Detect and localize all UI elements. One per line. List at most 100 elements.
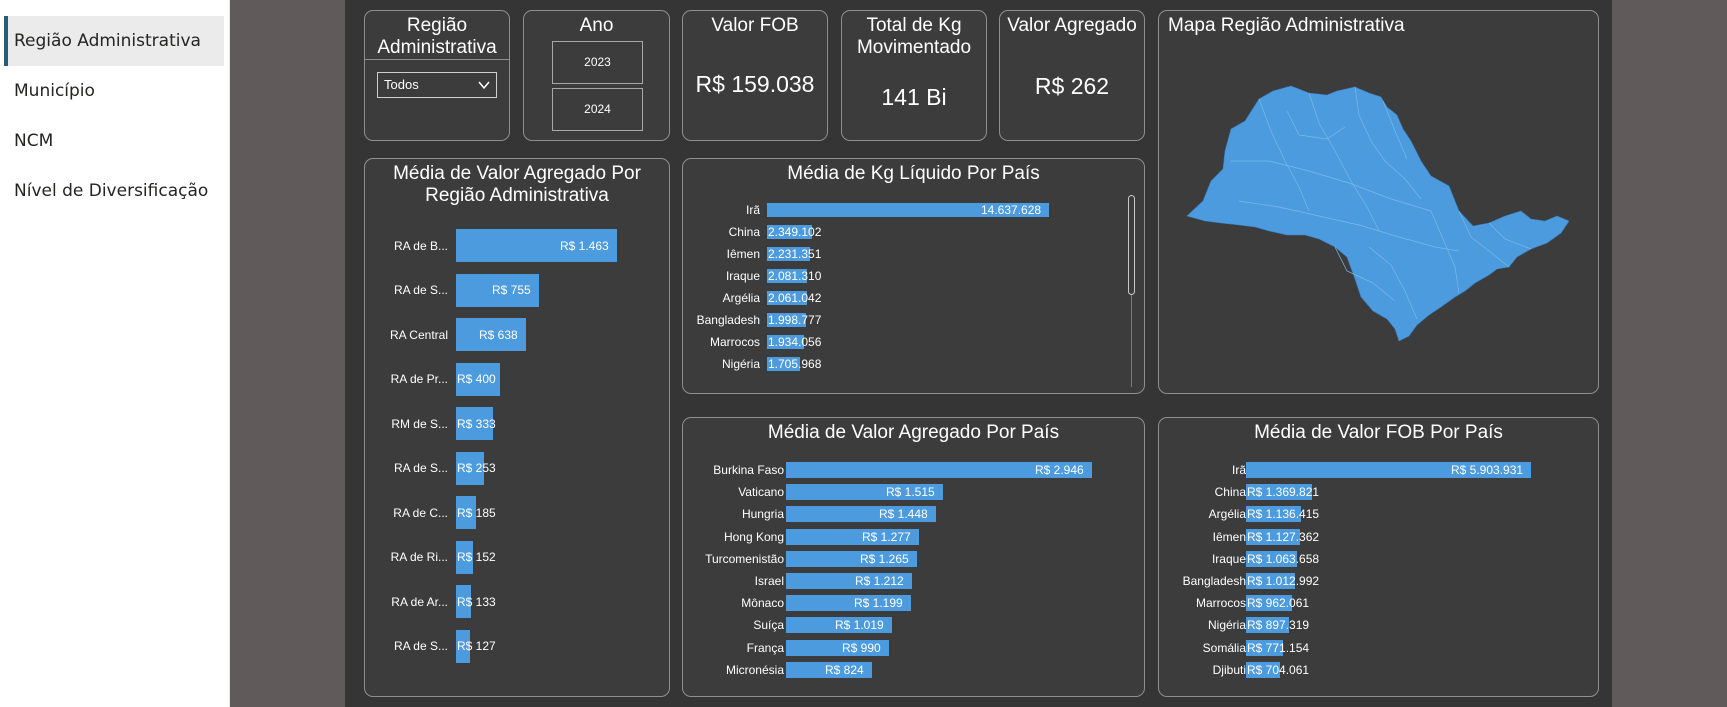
nav-item-ncm[interactable]: NCM <box>4 116 224 166</box>
bar-value-label: 1.705.968 <box>768 357 822 371</box>
chart-title: Média de Kg Líquido Por País <box>787 163 1040 184</box>
nav-item-nivel-diversificacao[interactable]: Nível de Diversificação <box>4 166 224 216</box>
bar-category-label: Djibuti <box>1212 662 1246 677</box>
bar-value-label: 1.998.777 <box>768 313 822 327</box>
bar-value-label: 2.231.351 <box>768 247 822 261</box>
ano-slicer: Ano 2023 2024 <box>523 10 670 141</box>
bar-category-label: RA de Pr... <box>390 372 448 386</box>
bar-value-label: R$ 897.319 <box>1247 618 1310 633</box>
bar-category-label: Bangladesh <box>1182 574 1246 588</box>
scrollbar-track[interactable] <box>1131 295 1132 387</box>
bar-category-label: Somália <box>1202 640 1246 655</box>
chart-valor-agregado-regiao: Média de Valor Agregado Por Região Admin… <box>364 158 670 697</box>
bar-category-label: Iraque <box>725 269 760 283</box>
sao-paulo-state-map[interactable] <box>1159 11 1600 395</box>
chart-title: Média de Valor Agregado Por Região Admin… <box>393 163 641 206</box>
bar-category-label: Vaticano <box>738 485 784 500</box>
bar-category-label: Marrocos <box>709 335 760 349</box>
kpi-value: R$ 159.038 <box>695 71 815 97</box>
bar-category-label: RM de S... <box>391 416 448 431</box>
bar-category-label: Burkina Faso <box>713 463 784 477</box>
bar-category-label: Micronésia <box>725 662 784 677</box>
bar-value-label: R$ 1.448 <box>879 507 928 522</box>
bar-category-label: RA de S... <box>393 639 448 653</box>
map-region-shape <box>1186 85 1570 342</box>
report-background-left <box>230 0 345 707</box>
regiao-slicer: Região Administrativa Todos <box>364 10 510 141</box>
bar-category-label: Irã <box>745 203 760 217</box>
bar-category-label: RA de Ar... <box>391 594 448 609</box>
bar-category-label: Iraque <box>1211 551 1246 566</box>
chart-title: Média de Valor FOB Por País <box>1254 422 1503 443</box>
bar-value-label: R$ 127 <box>457 639 496 653</box>
bar-value-label: R$ 1.463 <box>560 238 609 253</box>
scrollbar-thumb[interactable] <box>1128 195 1135 295</box>
regiao-slicer-title: Região Administrativa <box>377 15 497 58</box>
bar-value-label: 14.637.628 <box>981 203 1042 217</box>
bar-value-label: R$ 333 <box>457 416 496 431</box>
kpi-title: Valor FOB <box>711 15 799 36</box>
bar-value-label: R$ 755 <box>492 283 531 297</box>
bar-value-label: R$ 704.061 <box>1247 662 1310 677</box>
bar-category-label: Nigéria <box>721 357 760 371</box>
bar-value-label: R$ 1.199 <box>854 596 903 611</box>
chevron-down-icon <box>478 81 490 90</box>
bar-value-label: R$ 1.277 <box>862 529 911 544</box>
bar-category-label: Suíça <box>753 618 784 633</box>
bar-category-label: RA de S... <box>393 283 448 297</box>
map-visual: Mapa Região Administrativa <box>1158 10 1599 394</box>
chart-valor-agregado-pais: Média de Valor Agregado Por País Burkina… <box>682 417 1145 697</box>
bar-value-label: 1.934.056 <box>768 335 822 349</box>
bar-value-label: R$ 1.127.362 <box>1247 529 1320 544</box>
bar-value-label: R$ 1.136.415 <box>1247 507 1320 522</box>
bar-category-label: Nigéria <box>1207 618 1246 633</box>
bar-category-label: Mônaco <box>741 596 784 611</box>
bar-value-label: R$ 400 <box>457 372 496 386</box>
ano-slicer-title: Ano <box>579 15 614 36</box>
bar-value-label: R$ 1.265 <box>860 551 909 566</box>
chart-title: Média de Valor Agregado Por País <box>767 422 1060 443</box>
chart-valor-fob-pais: Média de Valor FOB Por País Irã R$ 5.903.… <box>1158 417 1599 697</box>
bar-category-label: Iêmen <box>1212 529 1246 544</box>
regiao-dropdown[interactable]: Todos <box>377 72 497 98</box>
bar-category-label: Iêmen <box>726 247 760 261</box>
report-background-right <box>1612 0 1727 707</box>
bar-category-label: RA de B... <box>393 238 448 253</box>
bar-value-label: R$ 1.369.821 <box>1247 485 1320 500</box>
report-canvas: Região Administrativa Todos Ano 2023 202… <box>345 0 1612 707</box>
kpi-card-total-kg: Total de Kg Movimentado 141 Bi <box>841 10 987 141</box>
bar-value-label: R$ 990 <box>842 640 881 655</box>
chart-kg-liquido-pais: Média de Kg Líquido Por País Irã 14.637.6… <box>682 158 1145 394</box>
bar-category-label: França <box>746 640 784 655</box>
bar-value-label: R$ 1.012.992 <box>1247 574 1320 588</box>
nav-item-municipio[interactable]: Município <box>4 66 224 116</box>
bar-value-label: 2.349.102 <box>768 225 822 239</box>
bar-category-label: RA de C... <box>393 505 448 520</box>
bar-value-label: 2.061.042 <box>768 291 822 305</box>
kpi-card-valor-agregado: Valor Agregado R$ 262 <box>999 10 1145 141</box>
bar-category-label: Turcomenistão <box>705 551 784 566</box>
bar-category-label: Hong Kong <box>723 529 784 544</box>
bar-category-label: RA Central <box>389 327 448 342</box>
nav-item-regiao-administrativa[interactable]: Região Administrativa <box>4 16 224 66</box>
bar-category-label: China <box>1214 485 1246 500</box>
bar-value-label: R$ 152 <box>457 550 496 564</box>
ano-tile-2023[interactable]: 2023 <box>552 41 643 84</box>
page-navigation-pane: Região Administrativa Município NCM Níve… <box>0 0 230 707</box>
kpi-value: R$ 262 <box>1034 73 1110 99</box>
bar-value-label: R$ 638 <box>479 327 518 342</box>
kpi-card-valor-fob: Valor FOB R$ 159.038 <box>682 10 828 141</box>
bar-category-label: Argélia <box>722 291 760 305</box>
bar-category-label: Marrocos <box>1195 596 1246 611</box>
kpi-title: Valor Agregado <box>1007 15 1137 36</box>
bar-value-label: R$ 1.212 <box>855 574 904 588</box>
bar-category-label: RA de Ri... <box>390 550 448 564</box>
bar-category-label: RA de S... <box>393 461 448 475</box>
regiao-dropdown-value: Todos <box>384 77 419 92</box>
kpi-title: Total de Kg Movimentado <box>856 15 972 58</box>
kpi-value: 141 Bi <box>881 84 947 110</box>
bar-value-label: R$ 253 <box>457 461 496 475</box>
bar-value-label: R$ 1.063.658 <box>1247 551 1320 566</box>
bar-category-label: Israel <box>754 574 784 588</box>
ano-tile-2024[interactable]: 2024 <box>552 88 643 131</box>
